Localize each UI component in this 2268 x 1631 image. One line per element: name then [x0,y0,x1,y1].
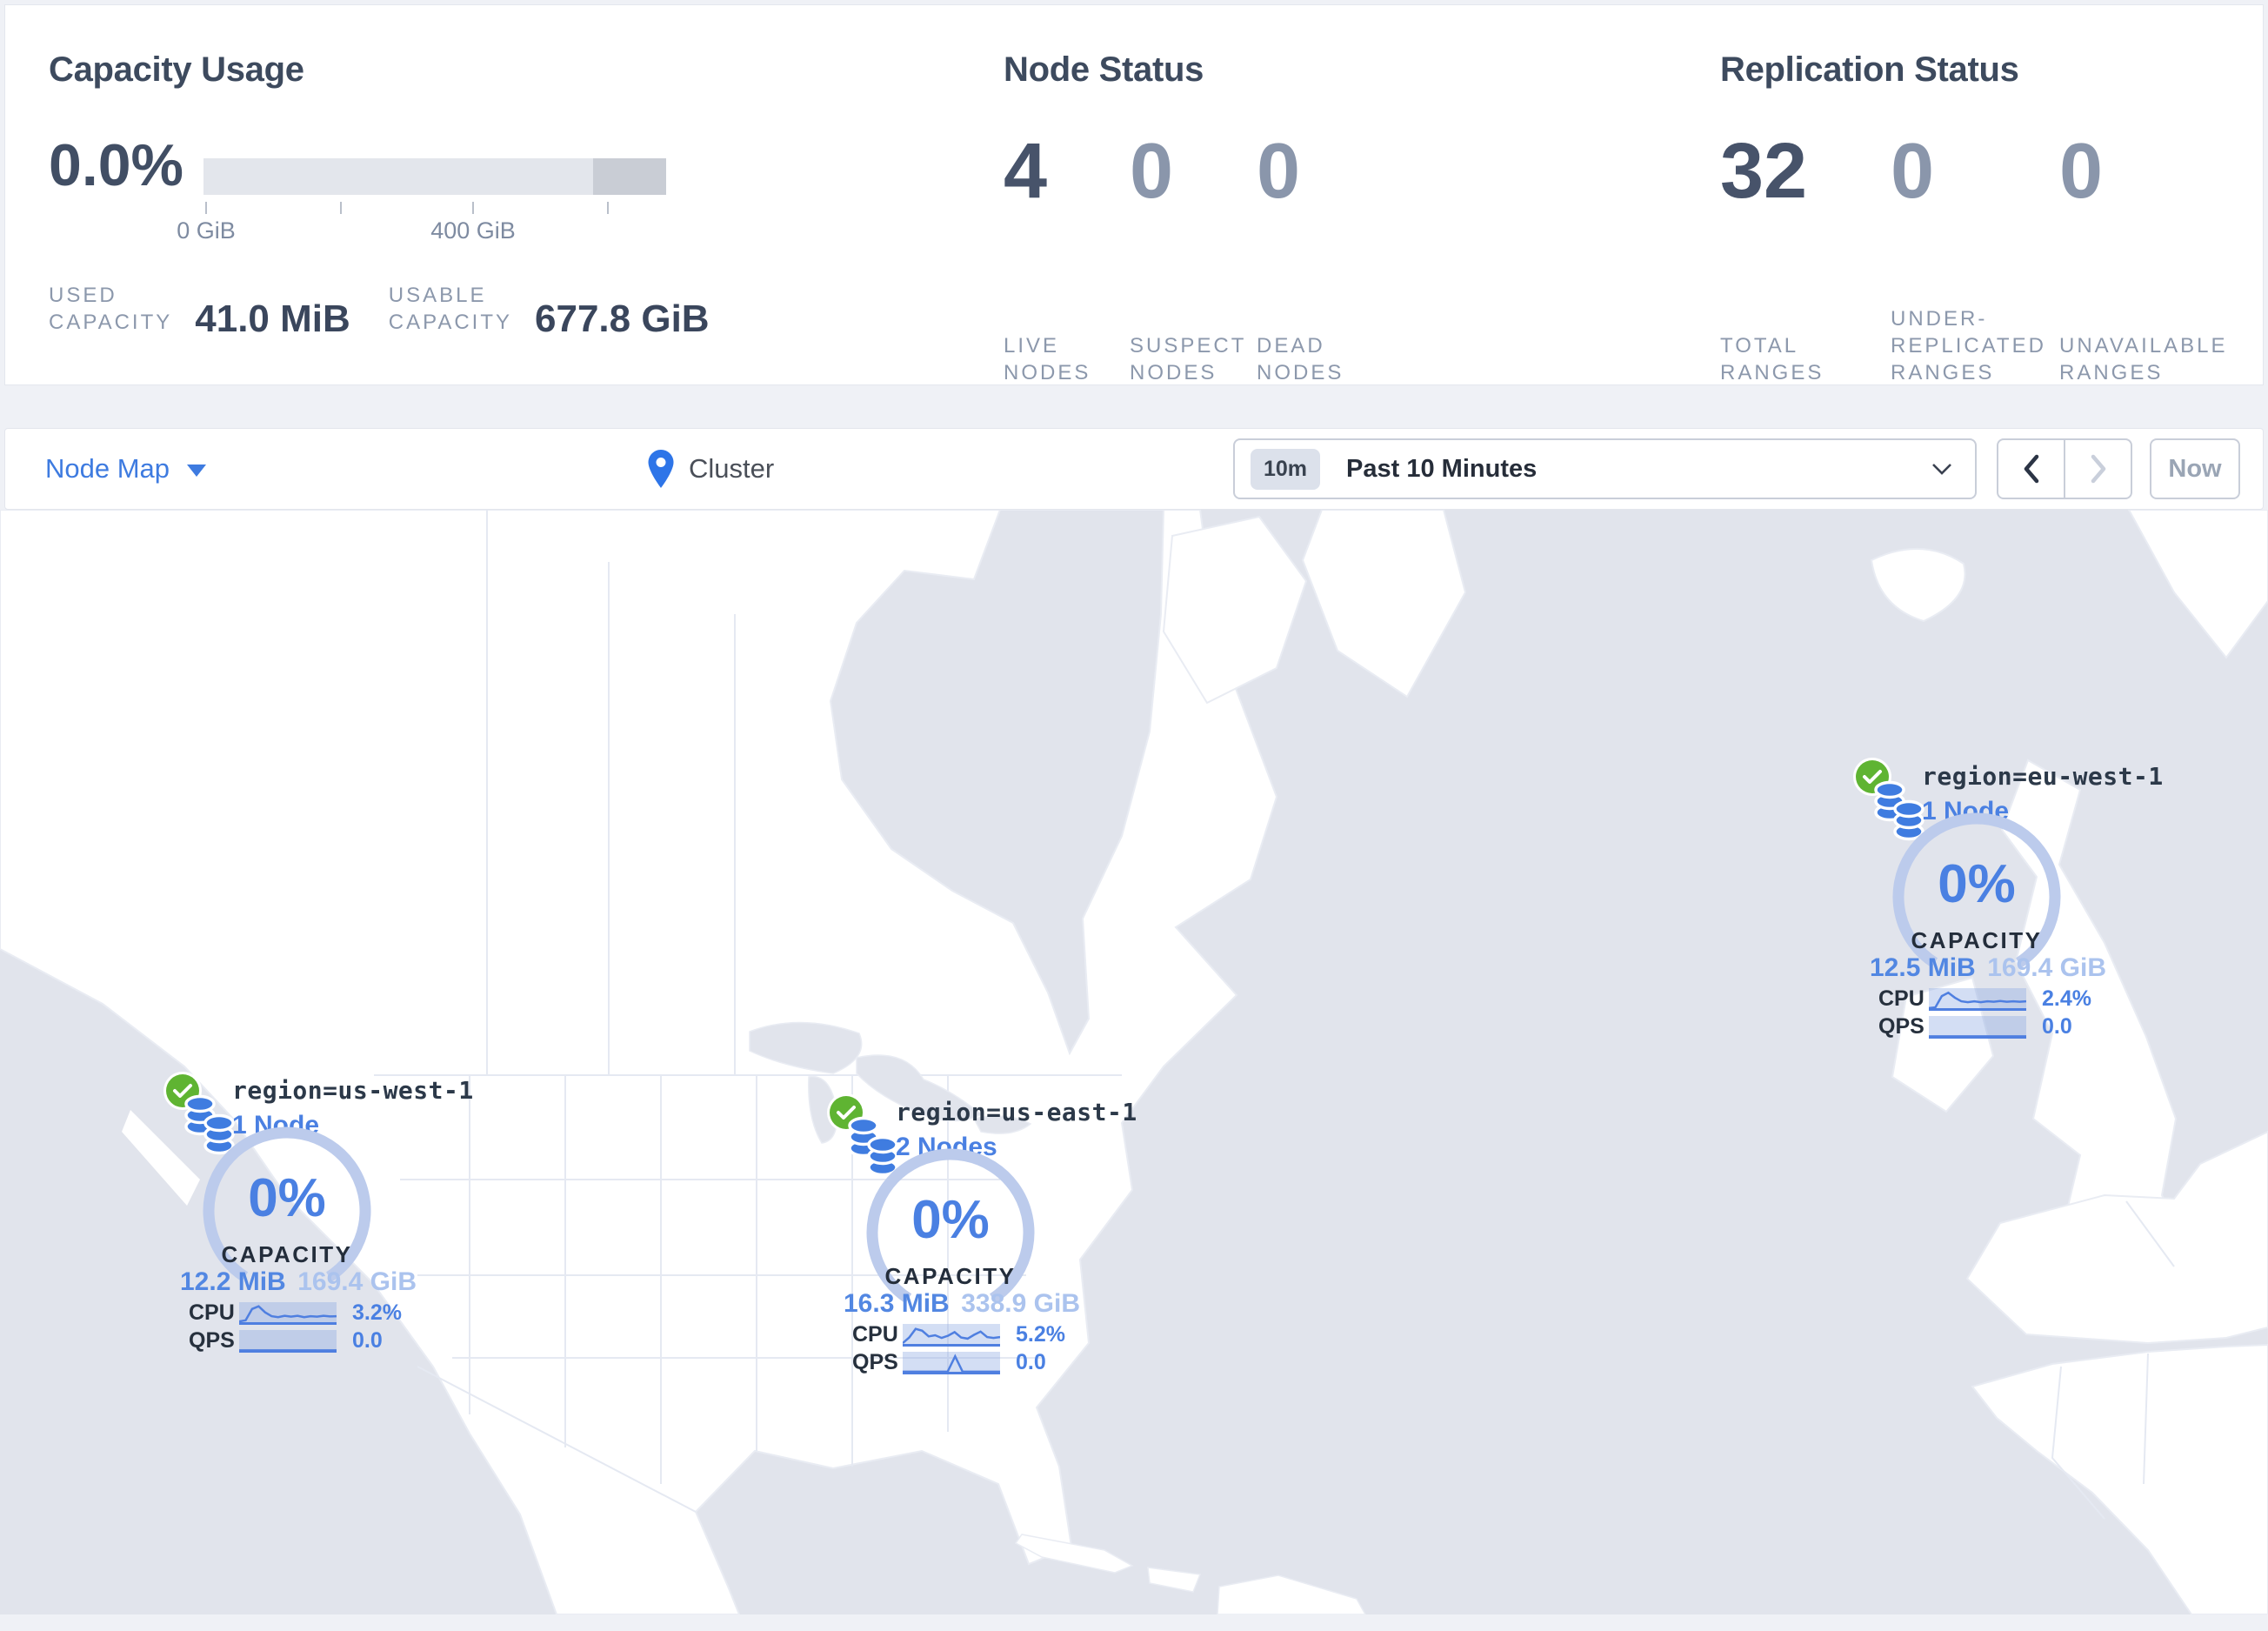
time-step-forward-button[interactable] [2064,440,2131,498]
breadcrumb[interactable]: Cluster [646,429,774,509]
used-capacity-value: 41.0 MiB [195,297,350,340]
usable-capacity-value: 677.8 GiB [535,297,710,340]
unavailable-ranges-label: UNAVAILABLE RANGES [2059,334,2228,384]
node-status-title: Node Status [1004,50,1204,89]
qps-label: QPS [1878,1014,1924,1039]
capacity-gauge-percent: 0% [1938,854,2016,914]
now-button[interactable]: Now [2150,438,2240,499]
time-range-dropdown[interactable]: 10m Past 10 Minutes [1233,438,1977,499]
qps-sparkline [1929,1015,2026,1039]
qps-value: 0.0 [2042,1014,2072,1039]
world-map [0,509,2268,1615]
view-selector-dropdown[interactable]: Node Map [45,429,207,509]
qps-value: 0.0 [352,1328,383,1353]
capacity-gauge-label: CAPACITY [1911,927,2043,953]
capacity-percent: 0.0% [49,132,183,198]
time-range-label: Past 10 Minutes [1346,454,1538,483]
used-capacity-label: USED CAPACITY [49,284,173,334]
region-usable-capacity: 338.9 GiB [961,1289,1080,1318]
cpu-sparkline [1928,987,2027,1011]
cpu-value: 2.4% [2042,986,2091,1011]
chevron-left-icon [2024,454,2038,484]
qps-sparkline [239,1329,337,1353]
qps-value: 0.0 [1016,1350,1046,1374]
region-used-capacity: 16.3 MiB [844,1289,950,1318]
region-usable-capacity: 169.4 GiB [297,1267,417,1296]
cpu-sparkline [902,1323,1001,1347]
capacity-usage-title: Capacity Usage [49,50,304,89]
chevron-down-icon [1931,463,1952,475]
cluster-summary-panel: Capacity Usage 0.0% 0 GiB 400 GiB USED C… [4,4,2264,385]
location-pin-icon [648,449,674,488]
capacity-gauge-label: CAPACITY [884,1263,1017,1289]
capacity-axis-tick [205,202,207,214]
region-used-capacity: 12.5 MiB [1870,953,1976,982]
unavailable-ranges-count: 0 [2059,128,2104,215]
region-usable-capacity: 169.4 GiB [1987,953,2106,982]
capacity-axis-tick [340,202,342,214]
total-ranges-stat: 32 TOTAL RANGES [1720,132,1891,386]
capacity-axis-tick [472,202,474,214]
suspect-nodes-count: 0 [1130,128,1174,215]
capacity-axis-tick [607,202,609,214]
region-name: region=eu-west-1 [1922,762,2164,791]
capacity-axis-label: 0 GiB [177,217,236,244]
usable-capacity-label: USABLE CAPACITY [388,284,513,334]
region-badge-eu-west-1[interactable]: region=eu-west-1 1 Node 0% CAPACITY 12.5… [1852,757,2163,1049]
suspect-nodes-stat: 0 SUSPECT NODES [1130,132,1257,386]
map-toolbar: Node Map Cluster 10m Past 10 Minutes Now [4,428,2264,510]
time-step-back-button[interactable] [1998,440,2064,498]
capacity-bar [203,158,666,195]
unavailable-ranges-stat: 0 UNAVAILABLE RANGES [2059,132,2242,386]
usable-capacity-metric: USABLE CAPACITY 677.8 GiB [388,282,710,340]
chevron-right-icon [2091,454,2105,484]
live-nodes-count: 4 [1004,128,1048,215]
dead-nodes-count: 0 [1257,128,1301,215]
cpu-label: CPU [852,1322,898,1347]
capacity-axis-label: 400 GiB [430,217,516,244]
cpu-value: 3.2% [352,1300,402,1325]
region-badge-us-east-1[interactable]: region=us-east-1 2 Nodes 0% CAPACITY 16.… [826,1093,1137,1385]
region-used-capacity: 12.2 MiB [180,1267,286,1296]
capacity-bar-reserved-segment [593,158,666,195]
under-replicated-ranges-count: 0 [1891,128,1935,215]
qps-label: QPS [852,1350,898,1374]
under-replicated-ranges-label: UNDER- REPLICATED RANGES [1891,307,2046,384]
capacity-gauge-percent: 0% [911,1190,990,1250]
time-step-controls [1997,438,2132,499]
used-capacity-metric: USED CAPACITY 41.0 MiB [49,282,350,340]
capacity-gauge-percent: 0% [248,1168,326,1228]
region-name: region=us-west-1 [232,1076,474,1105]
total-ranges-label: TOTAL RANGES [1720,334,1824,384]
view-selector-label: Node Map [45,453,170,484]
node-map[interactable] [0,509,2268,1615]
time-range-badge: 10m [1251,448,1321,490]
suspect-nodes-label: SUSPECT NODES [1130,334,1247,384]
total-ranges-count: 32 [1720,128,1808,215]
live-nodes-stat: 4 LIVE NODES [1004,132,1130,386]
chevron-down-icon [187,465,207,477]
capacity-gauge-label: CAPACITY [221,1241,353,1267]
region-name: region=us-east-1 [896,1098,1137,1126]
qps-sparkline [903,1351,1000,1374]
cpu-label: CPU [1878,986,1924,1011]
dead-nodes-stat: 0 DEAD NODES [1257,132,1387,386]
dead-nodes-label: DEAD NODES [1257,334,1344,384]
cpu-sparkline [238,1301,337,1325]
cpu-label: CPU [189,1300,235,1325]
breadcrumb-label: Cluster [689,453,775,484]
live-nodes-label: LIVE NODES [1004,334,1091,384]
under-replicated-ranges-stat: 0 UNDER- REPLICATED RANGES [1891,132,2059,386]
region-badge-us-west-1[interactable]: region=us-west-1 1 Node 0% CAPACITY 12.2… [163,1071,473,1363]
replication-status-title: Replication Status [1720,50,2019,89]
qps-label: QPS [189,1328,235,1353]
cpu-value: 5.2% [1016,1322,1065,1347]
